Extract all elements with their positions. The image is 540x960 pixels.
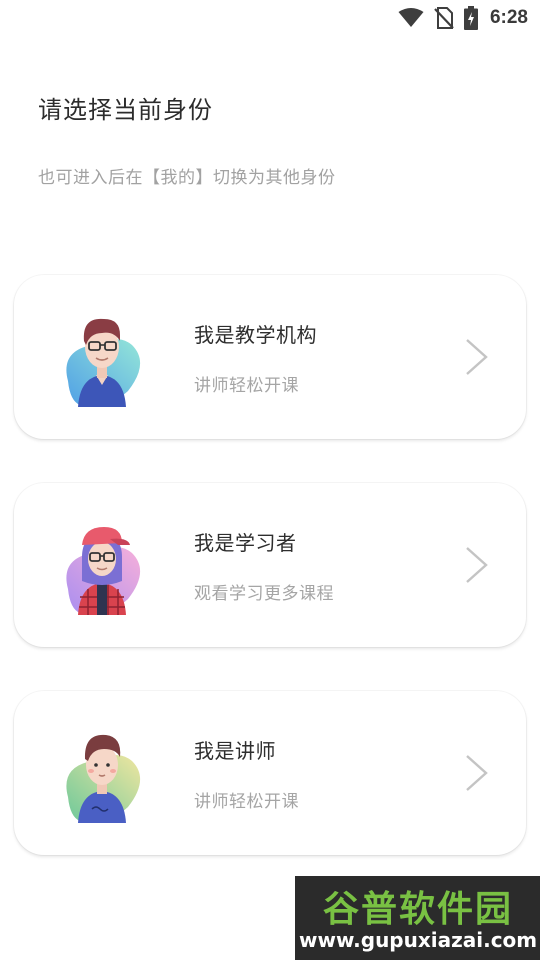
- chevron-right-icon: [466, 339, 488, 375]
- role-description: 讲师轻松开课: [194, 792, 299, 812]
- role-card-learner[interactable]: 我是学习者 观看学习更多课程: [14, 483, 526, 647]
- role-description: 讲师轻松开课: [194, 376, 299, 396]
- role-title: 我是学习者: [194, 531, 297, 555]
- wifi-icon: [398, 8, 424, 28]
- role-card-lecturer[interactable]: 我是讲师 讲师轻松开课: [14, 691, 526, 855]
- role-title: 我是教学机构: [194, 323, 317, 347]
- chevron-right-icon: [466, 547, 488, 583]
- role-card-institution[interactable]: 我是教学机构 讲师轻松开课: [14, 275, 526, 439]
- no-sim-icon: [434, 7, 454, 29]
- status-time: 6:28: [489, 7, 528, 28]
- watermark-url: www.gupuxiazai.com: [299, 928, 538, 952]
- role-title: 我是讲师: [194, 739, 276, 763]
- learner-avatar-icon: [58, 519, 148, 619]
- page-subtitle: 也可进入后在【我的】切换为其他身份: [38, 168, 336, 188]
- battery-charging-icon: [463, 6, 478, 30]
- page-title: 请选择当前身份: [38, 96, 213, 124]
- role-description: 观看学习更多课程: [194, 584, 334, 604]
- watermark: 谷普软件园 www.gupuxiazai.com: [295, 876, 540, 960]
- status-bar: 6:28: [0, 0, 540, 36]
- chevron-right-icon: [466, 755, 488, 791]
- watermark-name: 谷普软件园: [322, 889, 513, 930]
- lecturer-avatar-icon: [58, 727, 148, 827]
- institution-avatar-icon: [58, 311, 148, 411]
- status-icons: 6:28: [398, 6, 528, 30]
